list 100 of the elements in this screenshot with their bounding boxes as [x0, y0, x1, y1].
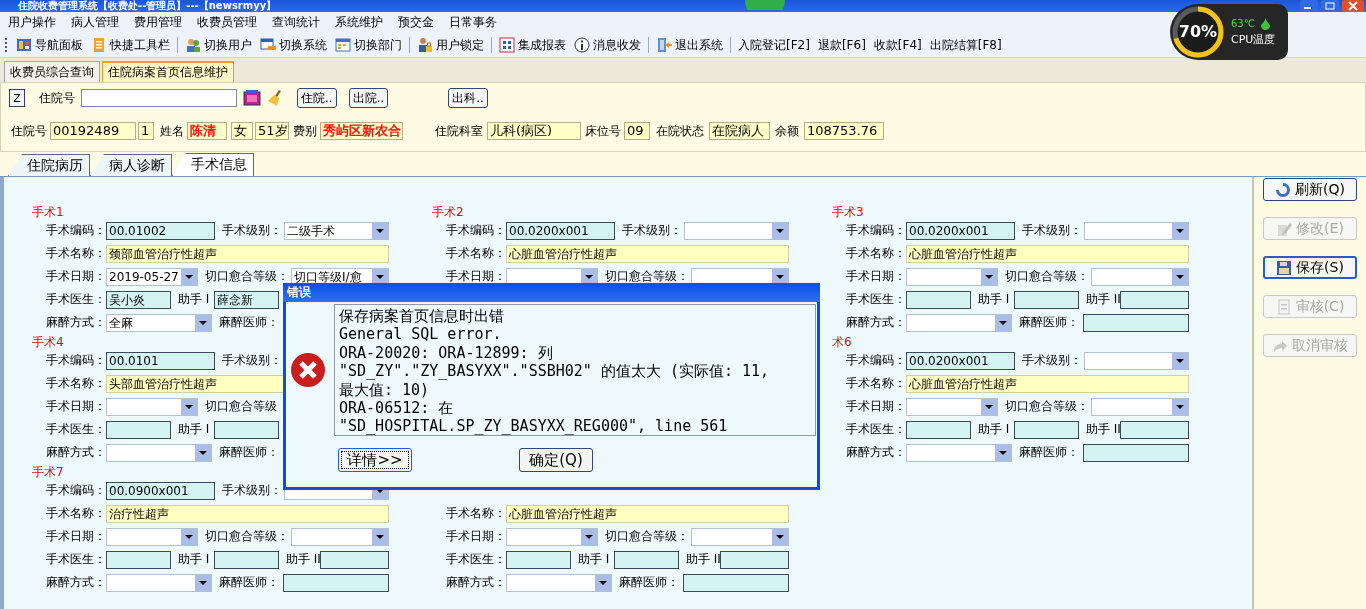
field-label: 麻醉方式： — [846, 314, 906, 331]
toolbar-button[interactable]: 消息收发 — [570, 34, 645, 56]
input-field[interactable]: 治疗性超声 — [106, 504, 389, 523]
field-label: 手术名称： — [446, 245, 506, 262]
input-field[interactable] — [1083, 313, 1189, 332]
field-label: 手术日期： — [46, 528, 106, 545]
input-field[interactable] — [1120, 290, 1189, 309]
field-label: 手术名称： — [46, 245, 106, 262]
toolbar-button[interactable]: 切换用户 — [181, 34, 256, 56]
input-field[interactable]: 心脏血管治疗性超声 — [906, 374, 1189, 393]
close-icon[interactable] — [1342, 0, 1364, 12]
toolbar-button[interactable]: 集成报表 — [495, 34, 570, 56]
field-label: 助手 II — [285, 551, 320, 568]
menu-item[interactable]: 日常事务 — [449, 14, 497, 31]
field-label: 麻醉方式： — [446, 574, 506, 591]
toolbar-button[interactable]: 退出系统 — [652, 34, 727, 56]
info-field[interactable]: 女 — [231, 122, 253, 140]
toolbar-button[interactable]: 切换系统 — [256, 34, 331, 56]
dropdown[interactable]: 2019-05-27 — [106, 267, 198, 286]
menu-item[interactable]: 病人管理 — [71, 14, 119, 31]
toolbar-button[interactable]: 出科.. — [448, 88, 488, 108]
info-field[interactable]: 陈清 — [187, 122, 227, 140]
dropdown[interactable]: 全麻 — [106, 313, 212, 332]
field-label: 手术名称： — [846, 375, 906, 392]
field-label: 手术编码： — [46, 352, 106, 369]
toolbar-button[interactable]: 入院登记[F2] — [734, 34, 814, 56]
search-field[interactable] — [81, 89, 237, 107]
menu-item[interactable]: 收费员管理 — [197, 14, 257, 31]
toolbar-button[interactable]: 导航面板 — [12, 34, 87, 56]
menu-item[interactable]: 费用管理 — [134, 14, 182, 31]
info-field[interactable]: 儿科(病区) — [487, 122, 581, 140]
input-field[interactable] — [1014, 420, 1079, 439]
input-field[interactable] — [1014, 290, 1079, 309]
tab[interactable]: 病人诊断 — [90, 154, 172, 176]
info-field[interactable]: 09 — [624, 122, 650, 140]
section-title: 手术2 — [431, 205, 464, 219]
input-field[interactable] — [906, 290, 971, 309]
field-label: 手术名称： — [846, 245, 906, 262]
input-field[interactable]: 00.01002 — [106, 221, 215, 240]
input-field[interactable]: 心脏血管治疗性超声 — [506, 244, 789, 263]
cpu-reading: 70% — [1177, 22, 1219, 41]
tab[interactable]: 手术信息 — [172, 153, 254, 176]
input-field[interactable] — [214, 550, 279, 569]
key-button[interactable]: Z — [9, 89, 25, 107]
input-field[interactable]: 薛念新 — [214, 290, 279, 309]
input-field[interactable] — [614, 550, 679, 569]
tab[interactable]: 收费员综合查询 — [4, 61, 100, 82]
toolbar-button[interactable]: 出院.. — [348, 88, 389, 108]
input-field[interactable] — [214, 420, 279, 439]
input-field[interactable]: 心脏血管治疗性超声 — [906, 244, 1189, 263]
tab[interactable]: 住院病历 — [8, 154, 90, 176]
input-field[interactable]: 00.0101 — [106, 351, 215, 370]
input-field[interactable]: 00.0200x001 — [906, 351, 1015, 370]
info-field[interactable]: 在院病人 — [709, 122, 770, 140]
toolbar-button[interactable]: 切换部门 — [331, 34, 406, 56]
field-label: 手术名称： — [446, 505, 506, 522]
toolbar-button[interactable]: 退款[F6] — [813, 34, 870, 56]
side-button[interactable]: 刷新(Q) — [1263, 178, 1357, 201]
dialog-button[interactable]: 确定(Q) — [519, 448, 593, 472]
input-field[interactable]: 00.0200x001 — [906, 221, 1015, 240]
menu-item[interactable]: 查询统计 — [272, 14, 320, 31]
toolbar-button[interactable]: 快捷工具栏 — [87, 34, 174, 56]
dropdown[interactable]: 二级手术 — [284, 221, 389, 240]
toolbar-button[interactable]: 住院.. — [297, 88, 337, 108]
input-field[interactable] — [1120, 420, 1189, 439]
menu-item[interactable]: 预交金 — [398, 14, 434, 31]
info-field[interactable]: 秀屿区新农合 — [320, 122, 403, 140]
side-button[interactable]: 保存(S) — [1263, 256, 1357, 279]
input-field[interactable]: 00.0900x001 — [106, 481, 215, 500]
input-field[interactable]: 00.0200x001 — [506, 221, 615, 240]
edit-icon — [1276, 220, 1293, 237]
info-field[interactable]: 51岁 — [255, 122, 289, 140]
dialog-button[interactable]: 详情>> — [338, 448, 412, 472]
field-label: 费别 — [293, 122, 317, 140]
input-field[interactable] — [320, 550, 389, 569]
input-field[interactable] — [106, 420, 171, 439]
menu-item[interactable]: 系统维护 — [335, 14, 383, 31]
info-field[interactable]: 108753.76 — [804, 122, 884, 140]
restore-icon[interactable] — [1321, 0, 1339, 12]
tab[interactable]: 住院病案首页信息维护 — [102, 61, 234, 82]
field-label: 助手 II — [1085, 421, 1120, 438]
info-field[interactable]: 00192489 — [50, 122, 136, 140]
input-field[interactable] — [506, 550, 571, 569]
input-field[interactable]: 吴小炎 — [106, 290, 171, 309]
menu-item[interactable]: 用户操作 — [8, 14, 56, 31]
field-label: 麻醉方式： — [46, 574, 106, 591]
input-field[interactable] — [683, 573, 789, 592]
card-reader-icon[interactable] — [243, 89, 261, 107]
minimize-icon[interactable] — [1300, 0, 1318, 12]
toolbar-button[interactable]: 收款[F4] — [869, 34, 926, 56]
input-field[interactable] — [720, 550, 789, 569]
input-field[interactable] — [283, 573, 389, 592]
input-field[interactable] — [106, 550, 171, 569]
input-field[interactable]: 心脏血管治疗性超声 — [506, 504, 789, 523]
toolbar-button[interactable]: 用户锁定 — [413, 34, 488, 56]
info-field[interactable]: 1 — [138, 122, 154, 140]
input-field[interactable] — [906, 420, 971, 439]
toolbar-button[interactable]: 出院结算[F8] — [925, 34, 1006, 56]
input-field[interactable]: 颈部血管治疗性超声 — [106, 244, 389, 263]
input-field[interactable] — [1083, 443, 1189, 462]
